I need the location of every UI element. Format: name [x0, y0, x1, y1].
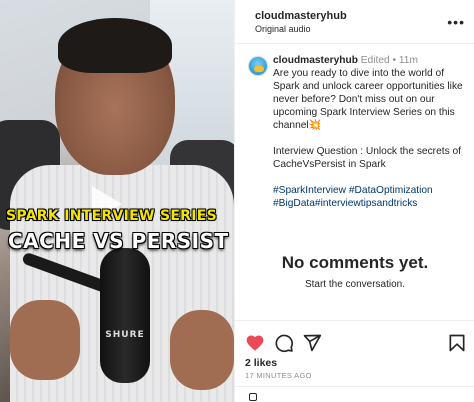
comment-icon[interactable] — [274, 333, 294, 353]
overlay-title-topic: CACHE VS PERSIST — [8, 229, 229, 253]
edited-label: Edited — [360, 55, 390, 66]
post-timestamp: 17 MINUTES AGO — [245, 371, 312, 380]
add-comment-bar[interactable] — [235, 386, 474, 402]
avatar[interactable] — [248, 56, 268, 76]
post-time[interactable]: 11m — [399, 55, 418, 66]
caption-paragraph-1: Are you ready to dive into the world of … — [273, 68, 463, 131]
header-username[interactable]: cloudmasteryhub — [255, 10, 347, 22]
caption-username[interactable]: cloudmasteryhub — [273, 55, 358, 66]
hashtags-line-2[interactable]: #BigData#interviewtipsandtricks — [273, 197, 469, 210]
emoji-icon[interactable] — [249, 393, 257, 401]
caption-paragraph-2: Interview Question : Unlock the secrets … — [273, 146, 461, 170]
bookmark-icon[interactable] — [447, 333, 467, 353]
post-header: cloudmasteryhub Original audio ••• — [235, 0, 474, 44]
presenter-hair — [58, 18, 172, 73]
heart-icon[interactable] — [245, 333, 265, 353]
start-conversation-text: Start the conversation. — [304, 279, 406, 290]
share-icon[interactable] — [302, 333, 322, 353]
caption-gap — [273, 132, 469, 145]
microphone — [100, 248, 150, 383]
likes-count[interactable]: 2 likes — [245, 357, 277, 369]
overlay-title-series: SPARK INTERVIEW SERIES — [6, 208, 218, 224]
original-audio-link[interactable]: Original audio — [255, 24, 311, 34]
hashtags-line-1[interactable]: #SparkInterview #DataOptimization — [273, 184, 469, 197]
meta-separator: • — [389, 55, 399, 66]
post-panel: cloudmasteryhub Original audio ••• cloud… — [234, 0, 474, 402]
presenter-hand-left — [10, 300, 80, 380]
caption-gap — [273, 171, 469, 184]
caption-text: cloudmasteryhub Edited • 11m Are you rea… — [273, 54, 469, 210]
no-comments-title: No comments yet. — [281, 253, 429, 272]
presenter-hand-right — [170, 310, 234, 390]
reel-video[interactable]: SHURE SPARK INTERVIEW SERIES CACHE VS PE… — [0, 0, 234, 402]
mic-brand-label: SHURE — [105, 330, 145, 340]
more-options-icon[interactable]: ••• — [447, 14, 465, 30]
